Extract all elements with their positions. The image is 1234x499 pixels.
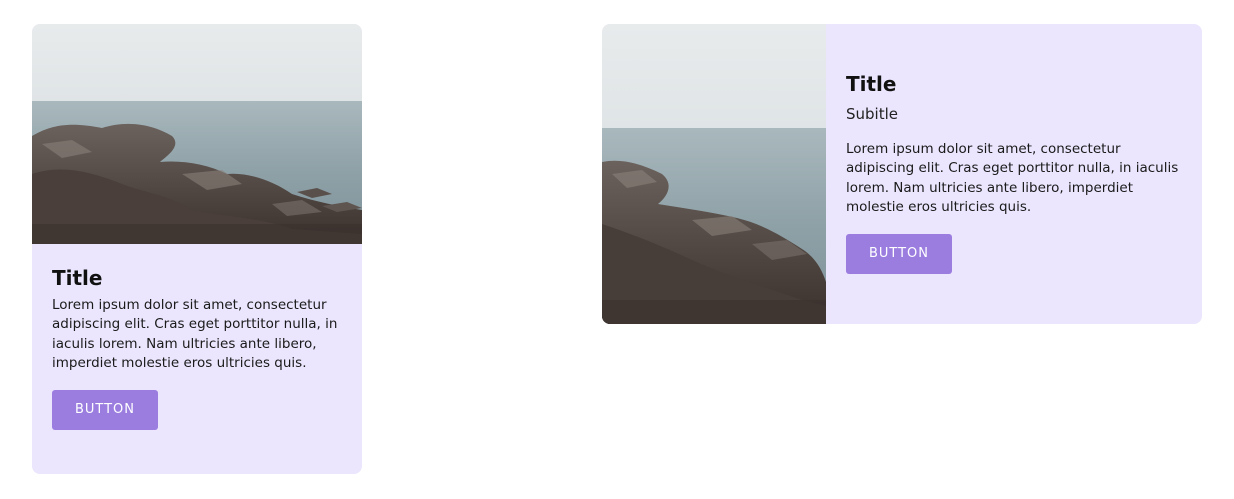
card-button[interactable]: BUTTON <box>846 233 952 274</box>
card-description: Lorem ipsum dolor sit amet, consectetur … <box>52 297 338 372</box>
card-vertical: Title Lorem ipsum dolor sit amet, consec… <box>32 24 362 474</box>
card-subtitle: Subitle <box>846 105 898 123</box>
card-vertical-body: Title Lorem ipsum dolor sit amet, consec… <box>32 244 362 430</box>
rocky-coast-photo <box>32 24 362 244</box>
card-title: Title <box>846 72 897 96</box>
card-horizontal: Title Subitle Lorem ipsum dolor sit amet… <box>602 24 1202 324</box>
card-description: Lorem ipsum dolor sit amet, consectetur … <box>846 141 1179 216</box>
card-button[interactable]: BUTTON <box>52 389 158 430</box>
rocky-coast-photo <box>602 24 826 324</box>
card-title: Title <box>52 266 103 290</box>
card-horizontal-body: Title Subitle Lorem ipsum dolor sit amet… <box>826 24 1202 324</box>
